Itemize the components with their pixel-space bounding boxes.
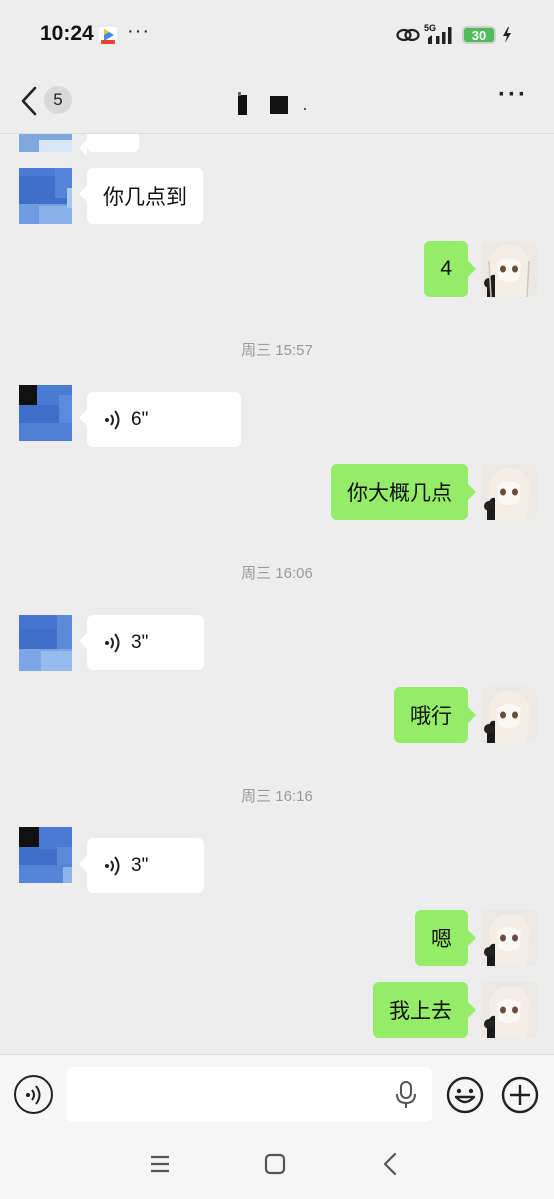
chat-header: 5 ··· [0, 70, 554, 134]
status-bar: 10:24 ··· 5G 30 [0, 0, 554, 70]
message-timestamp: 周三 16:16 [241, 788, 313, 805]
voice-message-bubble[interactable]: 3" [79, 615, 204, 670]
self-avatar[interactable] [481, 982, 537, 1038]
self-avatar[interactable] [481, 910, 537, 966]
message-bubble-self[interactable]: 4 [424, 241, 476, 297]
voice-input-toggle[interactable] [14, 1075, 53, 1114]
message-bubble-self[interactable]: 嗯 [415, 910, 476, 966]
charging-icon [503, 27, 511, 43]
contact-avatar[interactable] [19, 385, 72, 441]
voice-toggle-icon [25, 1084, 40, 1105]
input-bar [0, 1054, 554, 1136]
contact-avatar[interactable] [19, 168, 72, 224]
voice-duration: 6" [131, 408, 149, 430]
message-text: 4 [440, 257, 452, 280]
more-button[interactable]: ··· [498, 83, 528, 114]
status-indicators: 5G 30 [396, 22, 512, 48]
message-timestamp: 周三 16:06 [241, 565, 313, 582]
chat-area[interactable]: 你几点到 4 周三 15:57 6" 你大概几点 周三 16:06 3" 哦行 … [0, 134, 554, 1054]
chat-title-redacted [232, 92, 322, 116]
mic-icon[interactable] [396, 1081, 416, 1109]
message-bubble-self[interactable]: 哦行 [394, 687, 476, 743]
nav-menu-icon[interactable] [148, 1152, 172, 1176]
contact-avatar[interactable] [19, 827, 72, 883]
message-text: 嗯 [431, 928, 452, 951]
nav-back-icon[interactable] [380, 1151, 400, 1177]
nav-home-icon[interactable] [264, 1153, 286, 1175]
back-button[interactable]: 5 [18, 84, 78, 118]
voice-wave-icon [105, 409, 120, 430]
system-nav-bar [0, 1136, 554, 1199]
voice-duration: 3" [131, 631, 149, 653]
message-timestamp: 周三 15:57 [241, 342, 313, 359]
unread-count-badge: 5 [44, 86, 72, 114]
back-chevron-icon [21, 86, 37, 116]
status-time: 10:24 [40, 22, 94, 45]
signal-group: 5G [424, 23, 456, 46]
status-more-dots: ··· [127, 20, 150, 42]
self-avatar[interactable] [481, 687, 537, 743]
battery-indicator: 30 [462, 26, 496, 44]
voice-message-bubble[interactable]: 3" [79, 838, 204, 893]
emoji-icon[interactable] [445, 1075, 485, 1115]
link-icon [396, 28, 420, 42]
contact-avatar[interactable] [19, 134, 72, 152]
message-bubble[interactable]: 你几点到 [79, 168, 203, 224]
message-input[interactable] [67, 1067, 432, 1122]
message-text: 你几点到 [103, 186, 187, 209]
contact-avatar[interactable] [19, 615, 72, 671]
battery-level: 30 [471, 27, 487, 43]
voice-wave-icon [105, 855, 120, 876]
message-bubble-self[interactable]: 我上去 [373, 982, 476, 1038]
self-avatar[interactable] [481, 464, 537, 520]
self-avatar[interactable] [481, 241, 537, 297]
plus-icon[interactable] [500, 1075, 540, 1115]
message-bubble-partial[interactable] [79, 134, 139, 156]
message-text: 哦行 [410, 705, 452, 728]
video-app-icon [97, 25, 119, 45]
message-text: 我上去 [389, 1000, 452, 1023]
signal-icon [428, 27, 452, 44]
voice-message-bubble[interactable]: 6" [79, 392, 241, 447]
voice-duration: 3" [131, 854, 149, 876]
voice-wave-icon [105, 632, 120, 653]
message-text: 你大概几点 [347, 482, 452, 505]
message-bubble-self[interactable]: 你大概几点 [331, 464, 476, 520]
